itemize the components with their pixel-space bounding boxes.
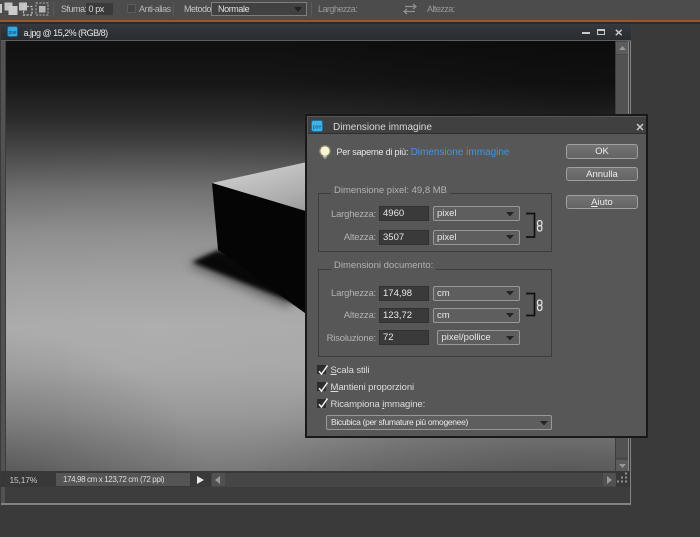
- svg-text:pse: pse: [313, 124, 322, 130]
- svg-text:pse: pse: [8, 30, 16, 36]
